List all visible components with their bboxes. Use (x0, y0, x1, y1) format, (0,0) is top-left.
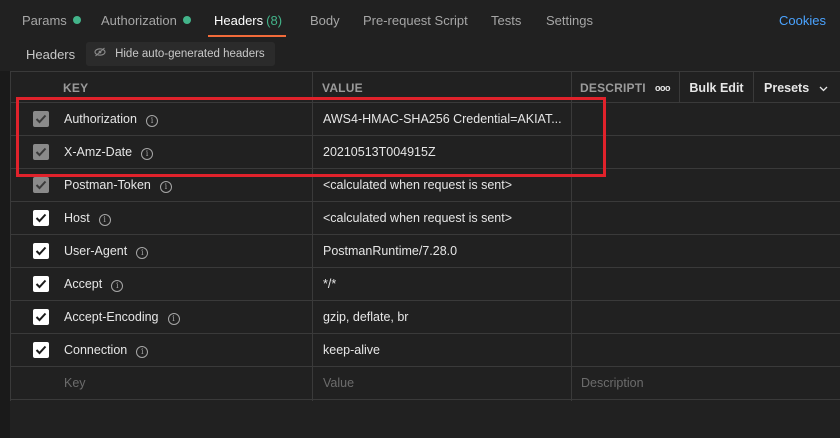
header-value-cell[interactable]: PostmanRuntime/7.28.0 (323, 244, 457, 258)
presets-label: Presets (764, 80, 810, 95)
header-value-cell[interactable]: 20210513T004915Z (323, 145, 436, 159)
active-tab-indicator (208, 35, 286, 37)
tab-pre-request-script-label: Pre-request Script (363, 13, 468, 28)
info-icon[interactable]: i (145, 115, 158, 127)
header-value-cell[interactable]: keep-alive (323, 343, 380, 357)
header-value-cell[interactable]: <calculated when request is sent> (323, 211, 512, 225)
request-tab-bar: Params Authorization Headers (8) Body Pre… (0, 0, 840, 40)
header-key-text: X-Amz-Date (64, 145, 133, 159)
info-icon[interactable]: i (141, 148, 154, 160)
headers-section-label: Headers (26, 47, 76, 62)
more-options-icon[interactable]: ooo (646, 83, 679, 93)
header-key-cell[interactable]: Authorization i (64, 112, 158, 127)
header-value-cell[interactable]: gzip, deflate, br (323, 310, 408, 324)
info-icon[interactable]: i (98, 214, 111, 226)
table-row: Connection i keep-alive (10, 334, 840, 367)
tab-authorization[interactable]: Authorization (101, 13, 191, 28)
tab-params[interactable]: Params (22, 13, 81, 28)
table-header: KEY VALUE DESCRIPTI ooo Bulk Edit Preset… (10, 71, 840, 103)
row-checkbox[interactable] (33, 276, 49, 292)
bulk-edit-button[interactable]: Bulk Edit (680, 81, 753, 95)
tab-tests-label: Tests (491, 13, 522, 28)
row-checkbox[interactable] (33, 210, 49, 226)
row-checkbox[interactable] (33, 309, 49, 325)
tab-headers-label: Headers (214, 13, 264, 28)
column-header-description: DESCRIPTI (580, 81, 646, 95)
row-checkbox (33, 177, 49, 193)
tab-tests[interactable]: Tests (491, 13, 521, 28)
header-key-cell[interactable]: X-Amz-Date i (64, 145, 154, 160)
new-value-input[interactable]: Value (323, 376, 354, 390)
header-key-cell[interactable]: User-Agent i (64, 244, 149, 259)
header-key-text: Authorization (64, 112, 137, 126)
tab-authorization-label: Authorization (101, 13, 177, 28)
hide-auto-generated-headers-label: Hide auto-generated headers (115, 48, 265, 60)
new-description-input[interactable]: Description (581, 376, 644, 390)
table-header-actions: ooo Bulk Edit Presets (646, 72, 840, 103)
row-checkbox (33, 144, 49, 160)
status-dot-icon (72, 16, 81, 24)
header-key-text: Accept (64, 277, 103, 291)
header-key-text: Accept-Encoding (64, 310, 159, 324)
table-row: Accept-Encoding i gzip, deflate, br (10, 301, 840, 334)
header-key-cell[interactable]: Connection i (64, 343, 149, 358)
header-key-text: Postman-Token (64, 178, 151, 192)
header-key-text: Connection (64, 343, 128, 357)
header-key-cell[interactable]: Host i (64, 211, 111, 226)
tab-settings-label: Settings (546, 13, 593, 28)
new-header-row: Key Value Description (10, 367, 840, 400)
headers-subbar: Headers Hide auto-generated headers (0, 40, 840, 70)
eye-slash-icon (94, 47, 109, 60)
row-checkbox (33, 111, 49, 127)
new-key-input[interactable]: Key (64, 376, 86, 390)
headers-table: KEY VALUE DESCRIPTI ooo Bulk Edit Preset… (10, 71, 840, 438)
tab-body[interactable]: Body (310, 13, 340, 28)
header-key-text: User-Agent (64, 244, 128, 258)
tab-headers-count: (8) (266, 13, 283, 28)
status-dot-icon (182, 16, 191, 24)
header-key-cell[interactable]: Accept i (64, 277, 124, 292)
info-icon[interactable]: i (167, 313, 180, 325)
table-row: Host i <calculated when request is sent> (10, 202, 840, 235)
info-icon[interactable]: i (136, 346, 149, 358)
row-checkbox[interactable] (33, 342, 49, 358)
header-value-cell[interactable]: */* (323, 277, 336, 291)
presets-dropdown[interactable]: Presets (754, 81, 840, 95)
tab-params-label: Params (22, 13, 67, 28)
left-gutter (0, 71, 10, 438)
row-checkbox[interactable] (33, 243, 49, 259)
header-key-cell[interactable]: Accept-Encoding i (64, 310, 180, 325)
table-row: User-Agent i PostmanRuntime/7.28.0 (10, 235, 840, 268)
tab-headers[interactable]: Headers (8) (214, 13, 282, 28)
tab-body-label: Body (310, 13, 340, 28)
column-header-key: KEY (63, 81, 89, 95)
header-key-cell[interactable]: Postman-Token i (64, 178, 172, 193)
table-body: Authorization i AWS4-HMAC-SHA256 Credentia… (10, 103, 840, 400)
table-row: Postman-Token i <calculated when request i… (10, 169, 840, 202)
hide-auto-generated-headers-button[interactable]: Hide auto-generated headers (86, 42, 275, 66)
tab-pre-request-script[interactable]: Pre-request Script (363, 13, 468, 28)
table-row: Accept i */* (10, 268, 840, 301)
header-value-cell[interactable]: <calculated when request is sent> (323, 178, 512, 192)
info-icon[interactable]: i (159, 181, 172, 193)
table-row: X-Amz-Date i 20210513T004915Z (10, 136, 840, 169)
table-row: Authorization i AWS4-HMAC-SHA256 Credentia… (10, 103, 840, 136)
column-header-value: VALUE (322, 81, 363, 95)
header-key-text: Host (64, 211, 90, 225)
info-icon[interactable]: i (111, 280, 124, 292)
header-value-cell[interactable]: AWS4-HMAC-SHA256 Credential=AKIAT... (323, 112, 562, 126)
chevron-down-icon (819, 81, 828, 95)
cookies-link[interactable]: Cookies (779, 13, 826, 28)
tab-settings[interactable]: Settings (546, 13, 593, 28)
info-icon[interactable]: i (136, 247, 149, 259)
